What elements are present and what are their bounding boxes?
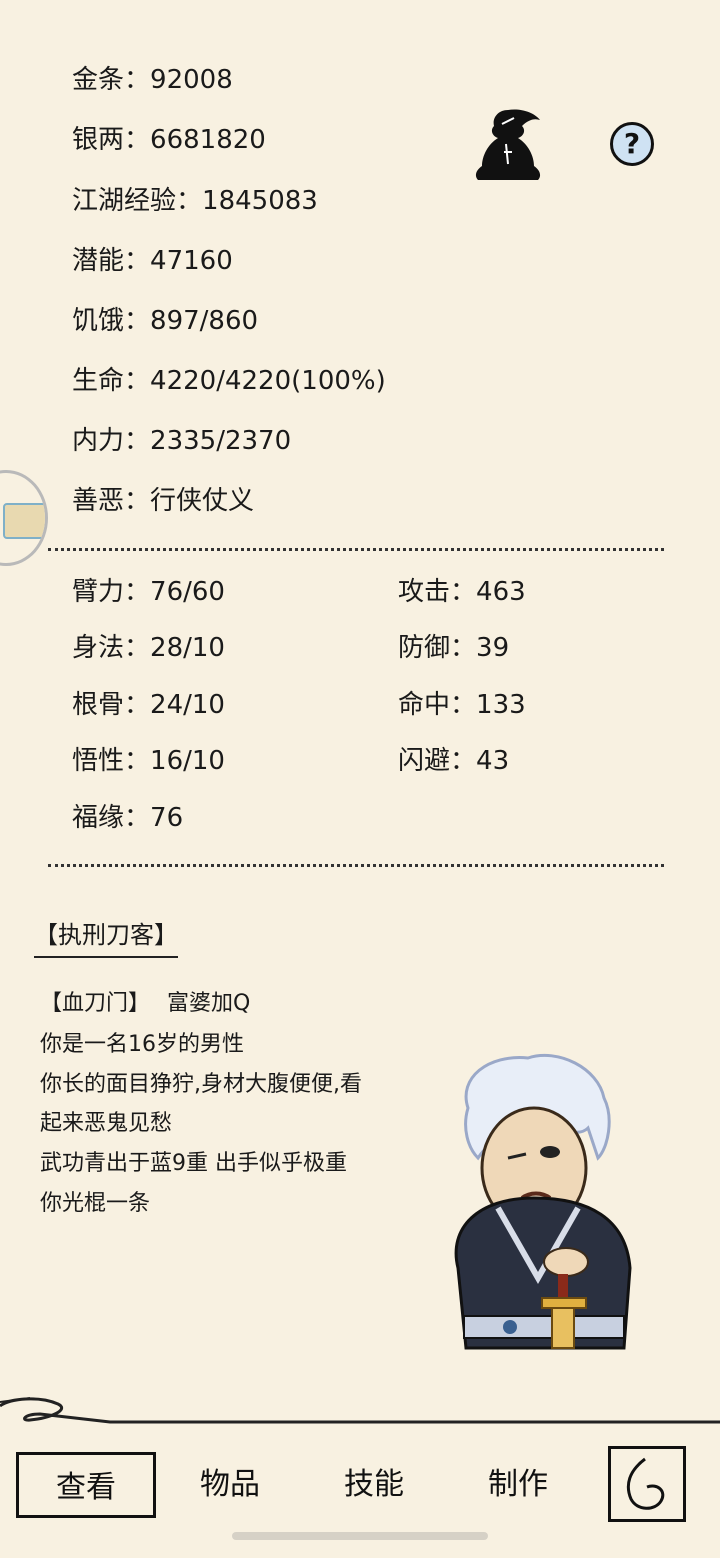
tab-craft[interactable]: 制作 bbox=[448, 1452, 588, 1518]
stat-value: 43 bbox=[476, 746, 510, 776]
character-title: 【执刑刀客】 bbox=[34, 920, 178, 958]
stat-sep: ： bbox=[450, 577, 477, 607]
stat-value: 24/10 bbox=[150, 690, 225, 720]
stat-value: 39 bbox=[476, 633, 510, 663]
character-portrait bbox=[438, 1048, 638, 1350]
stat-attack: 攻击：463 bbox=[398, 576, 526, 608]
stat-value: 行侠仗义 bbox=[150, 486, 255, 516]
stat-value: 4220/4220(100%) bbox=[150, 366, 386, 396]
help-icon[interactable]: ? bbox=[610, 122, 654, 166]
stat-label: 饥饿 bbox=[72, 306, 125, 336]
stat-sep: ： bbox=[124, 366, 151, 396]
stat-label: 福缘 bbox=[72, 803, 125, 833]
stat-sep: ： bbox=[124, 690, 151, 720]
stat-sep: ： bbox=[124, 125, 151, 155]
stat-hunger: 饥饿：897/860 bbox=[72, 305, 258, 337]
desc-line: 你长的面目狰狞,身材大腹便便,看 bbox=[40, 1072, 362, 1097]
stat-dodge: 闪避：43 bbox=[398, 745, 509, 777]
stat-experience: 江湖经验：1845083 bbox=[72, 185, 318, 217]
stat-fortune: 福缘：76 bbox=[72, 802, 183, 834]
side-float-icon[interactable] bbox=[0, 470, 48, 566]
stat-sep: ： bbox=[124, 426, 151, 456]
home-indicator bbox=[232, 1532, 488, 1540]
stat-defense: 防御：39 bbox=[398, 632, 509, 664]
stat-value: 92008 bbox=[150, 65, 233, 95]
stat-sep: ： bbox=[124, 486, 151, 516]
tab-view[interactable]: 查看 bbox=[16, 1452, 156, 1518]
character-sect: 【血刀门】 bbox=[40, 991, 151, 1016]
tab-items[interactable]: 物品 bbox=[160, 1452, 300, 1518]
desc-line: 武功青出于蓝9重 出手似乎极重 bbox=[40, 1151, 347, 1176]
stat-value: 16/10 bbox=[150, 746, 225, 776]
back-button[interactable] bbox=[608, 1446, 686, 1522]
dotted-divider bbox=[48, 548, 664, 551]
stat-label: 生命 bbox=[72, 366, 125, 396]
stat-comprehension: 悟性：16/10 bbox=[72, 745, 225, 777]
stat-accuracy: 命中：133 bbox=[398, 689, 526, 721]
stat-label: 闪避 bbox=[398, 746, 451, 776]
stat-life: 生命：4220/4220(100%) bbox=[72, 365, 386, 397]
dotted-divider bbox=[48, 864, 664, 867]
stat-label: 金条 bbox=[72, 65, 125, 95]
meditation-icon[interactable] bbox=[468, 104, 548, 186]
desc-line: 你是一名16岁的男性 bbox=[40, 1032, 244, 1057]
stat-sep: ： bbox=[124, 746, 151, 776]
stat-sep: ： bbox=[176, 186, 203, 216]
stat-value: 47160 bbox=[150, 246, 233, 276]
stat-strength: 臂力：76/60 bbox=[72, 576, 225, 608]
stat-sep: ： bbox=[124, 246, 151, 276]
stat-value: 463 bbox=[476, 577, 526, 607]
stat-internal-power: 内力：2335/2370 bbox=[72, 425, 291, 457]
stat-label: 悟性 bbox=[72, 746, 125, 776]
stat-sep: ： bbox=[124, 633, 151, 663]
stat-value: 2335/2370 bbox=[150, 426, 292, 456]
stat-label: 善恶 bbox=[72, 486, 125, 516]
stat-sep: ： bbox=[124, 803, 151, 833]
stat-label: 根骨 bbox=[72, 690, 125, 720]
character-sect-line: 【血刀门】 富婆加Q bbox=[40, 990, 250, 1018]
stat-value: 1845083 bbox=[202, 186, 318, 216]
desc-line: 起来恶鬼见愁 bbox=[40, 1111, 173, 1136]
desc-line: 你光棍一条 bbox=[40, 1191, 151, 1216]
stat-agility: 身法：28/10 bbox=[72, 632, 225, 664]
stat-potential: 潜能：47160 bbox=[72, 245, 233, 277]
stat-label: 江湖经验 bbox=[72, 186, 177, 216]
stat-label: 攻击 bbox=[398, 577, 451, 607]
tab-skills[interactable]: 技能 bbox=[304, 1452, 444, 1518]
character-name: 富婆加Q bbox=[167, 991, 251, 1016]
stat-value: 76/60 bbox=[150, 577, 225, 607]
stat-value: 76 bbox=[150, 803, 184, 833]
stat-label: 臂力 bbox=[72, 577, 125, 607]
stat-gold: 金条：92008 bbox=[72, 64, 233, 96]
stat-constitution: 根骨：24/10 bbox=[72, 689, 225, 721]
side-float-glyph bbox=[3, 503, 45, 539]
stat-label: 潜能 bbox=[72, 246, 125, 276]
stat-sep: ： bbox=[124, 306, 151, 336]
stat-value: 6681820 bbox=[150, 125, 266, 155]
bottom-tab-bar: 查看 物品 技能 制作 bbox=[0, 1432, 720, 1558]
stat-sep: ： bbox=[124, 577, 151, 607]
stat-label: 命中 bbox=[398, 690, 451, 720]
stat-sep: ： bbox=[450, 633, 477, 663]
brush-divider bbox=[0, 1384, 720, 1432]
stat-value: 133 bbox=[476, 690, 526, 720]
stat-label: 防御 bbox=[398, 633, 451, 663]
stat-label: 银两 bbox=[72, 125, 125, 155]
stat-value: 28/10 bbox=[150, 633, 225, 663]
stat-label: 内力 bbox=[72, 426, 125, 456]
stat-sep: ： bbox=[450, 690, 477, 720]
stat-value: 897/860 bbox=[150, 306, 259, 336]
stat-sep: ： bbox=[450, 746, 477, 776]
stat-silver: 银两：6681820 bbox=[72, 124, 266, 156]
stat-label: 身法 bbox=[72, 633, 125, 663]
stat-sep: ： bbox=[124, 65, 151, 95]
back-icon bbox=[626, 1457, 665, 1510]
stat-morality: 善恶：行侠仗义 bbox=[72, 485, 254, 517]
